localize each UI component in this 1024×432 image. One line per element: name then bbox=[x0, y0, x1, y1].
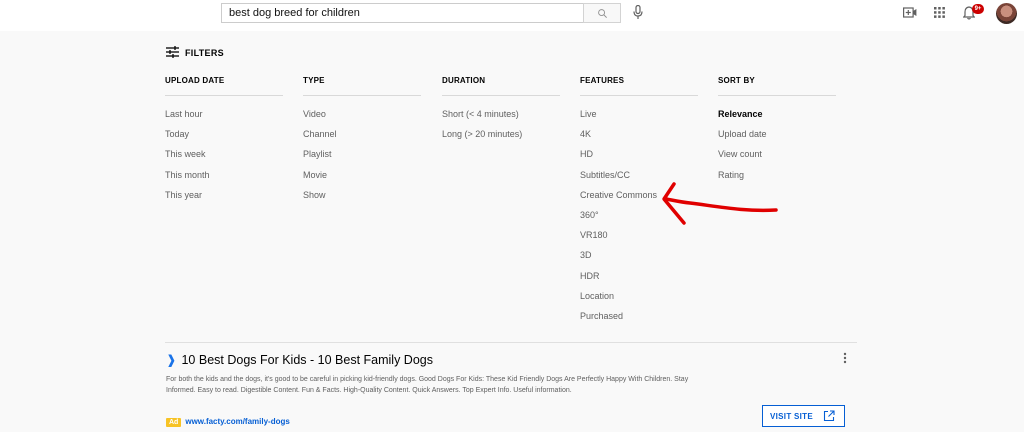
filter-option[interactable]: Location bbox=[580, 286, 698, 306]
filter-option[interactable]: 4K bbox=[580, 124, 698, 144]
filter-option[interactable]: Short (< 4 minutes) bbox=[442, 104, 560, 124]
filter-option-creative-commons[interactable]: Creative Commons bbox=[580, 185, 698, 205]
filter-column-features: FEATURES Live 4K HD Subtitles/CC Creativ… bbox=[580, 76, 698, 326]
search-button[interactable] bbox=[583, 3, 621, 23]
search-input[interactable]: best dog breed for children bbox=[221, 3, 583, 23]
filter-option[interactable]: HDR bbox=[580, 266, 698, 286]
filter-heading: SORT BY bbox=[718, 76, 836, 96]
sort-option[interactable]: Upload date bbox=[718, 124, 836, 144]
filter-heading: DURATION bbox=[442, 76, 560, 96]
filter-column-sort-by: SORT BY Relevance Upload date View count… bbox=[718, 76, 836, 185]
search-icon bbox=[598, 9, 607, 18]
filter-option[interactable]: This year bbox=[165, 185, 283, 205]
filter-option[interactable]: Subtitles/CC bbox=[580, 165, 698, 185]
filter-option[interactable]: Live bbox=[580, 104, 698, 124]
filter-option[interactable]: Long (> 20 minutes) bbox=[442, 124, 560, 144]
filter-option[interactable]: This month bbox=[165, 165, 283, 185]
ad-url-link[interactable]: www.facty.com/family-dogs bbox=[185, 417, 289, 426]
filter-option[interactable]: Video bbox=[303, 104, 421, 124]
ad-url-row: Ad www.facty.com/family-dogs bbox=[166, 417, 290, 427]
filter-option[interactable]: 360° bbox=[580, 205, 698, 225]
filter-column-duration: DURATION Short (< 4 minutes) Long (> 20 … bbox=[442, 76, 560, 144]
filter-option[interactable]: HD bbox=[580, 144, 698, 164]
filter-column-upload-date: UPLOAD DATE Last hour Today This week Th… bbox=[165, 76, 283, 205]
filter-option[interactable]: Channel bbox=[303, 124, 421, 144]
filter-option[interactable]: Show bbox=[303, 185, 421, 205]
sort-option[interactable]: Rating bbox=[718, 165, 836, 185]
create-video-icon[interactable] bbox=[903, 7, 917, 18]
filter-heading: TYPE bbox=[303, 76, 421, 96]
section-divider bbox=[165, 342, 857, 343]
ad-title[interactable]: ❱ 10 Best Dogs For Kids - 10 Best Family … bbox=[166, 352, 433, 367]
filter-option[interactable]: Last hour bbox=[165, 104, 283, 124]
ad-badge: Ad bbox=[166, 418, 182, 427]
avatar[interactable] bbox=[996, 3, 1017, 24]
visit-site-label: VISIT SITE bbox=[770, 412, 814, 421]
visit-site-button[interactable]: VISIT SITE bbox=[762, 405, 845, 427]
filter-column-type: TYPE Video Channel Playlist Movie Show bbox=[303, 76, 421, 205]
ad-title-text: 10 Best Dogs For Kids - 10 Best Family D… bbox=[181, 353, 433, 367]
filter-option[interactable]: 3D bbox=[580, 245, 698, 265]
filters-label: FILTERS bbox=[185, 48, 224, 58]
filter-heading: UPLOAD DATE bbox=[165, 76, 283, 96]
microphone-icon[interactable] bbox=[633, 5, 643, 20]
notification-badge: 9+ bbox=[972, 4, 984, 14]
filter-option[interactable]: Playlist bbox=[303, 144, 421, 164]
bolt-icon: ❱ bbox=[166, 353, 177, 367]
top-bar: best dog breed for children 9+ bbox=[0, 0, 1024, 31]
more-options-icon[interactable] bbox=[843, 352, 847, 364]
ad-description: For both the kids and the dogs, it's goo… bbox=[166, 376, 689, 394]
filter-option[interactable]: Purchased bbox=[580, 306, 698, 326]
filter-option[interactable]: This week bbox=[165, 144, 283, 164]
filter-option[interactable]: Movie bbox=[303, 165, 421, 185]
annotation-arrow bbox=[662, 182, 778, 225]
sort-option-selected[interactable]: Relevance bbox=[718, 104, 836, 124]
filter-option[interactable]: VR180 bbox=[580, 225, 698, 245]
sliders-icon bbox=[166, 46, 179, 58]
filter-option[interactable]: Today bbox=[165, 124, 283, 144]
sort-option[interactable]: View count bbox=[718, 144, 836, 164]
filter-heading: FEATURES bbox=[580, 76, 698, 96]
apps-grid-icon[interactable] bbox=[934, 7, 945, 18]
external-link-icon bbox=[823, 410, 835, 422]
